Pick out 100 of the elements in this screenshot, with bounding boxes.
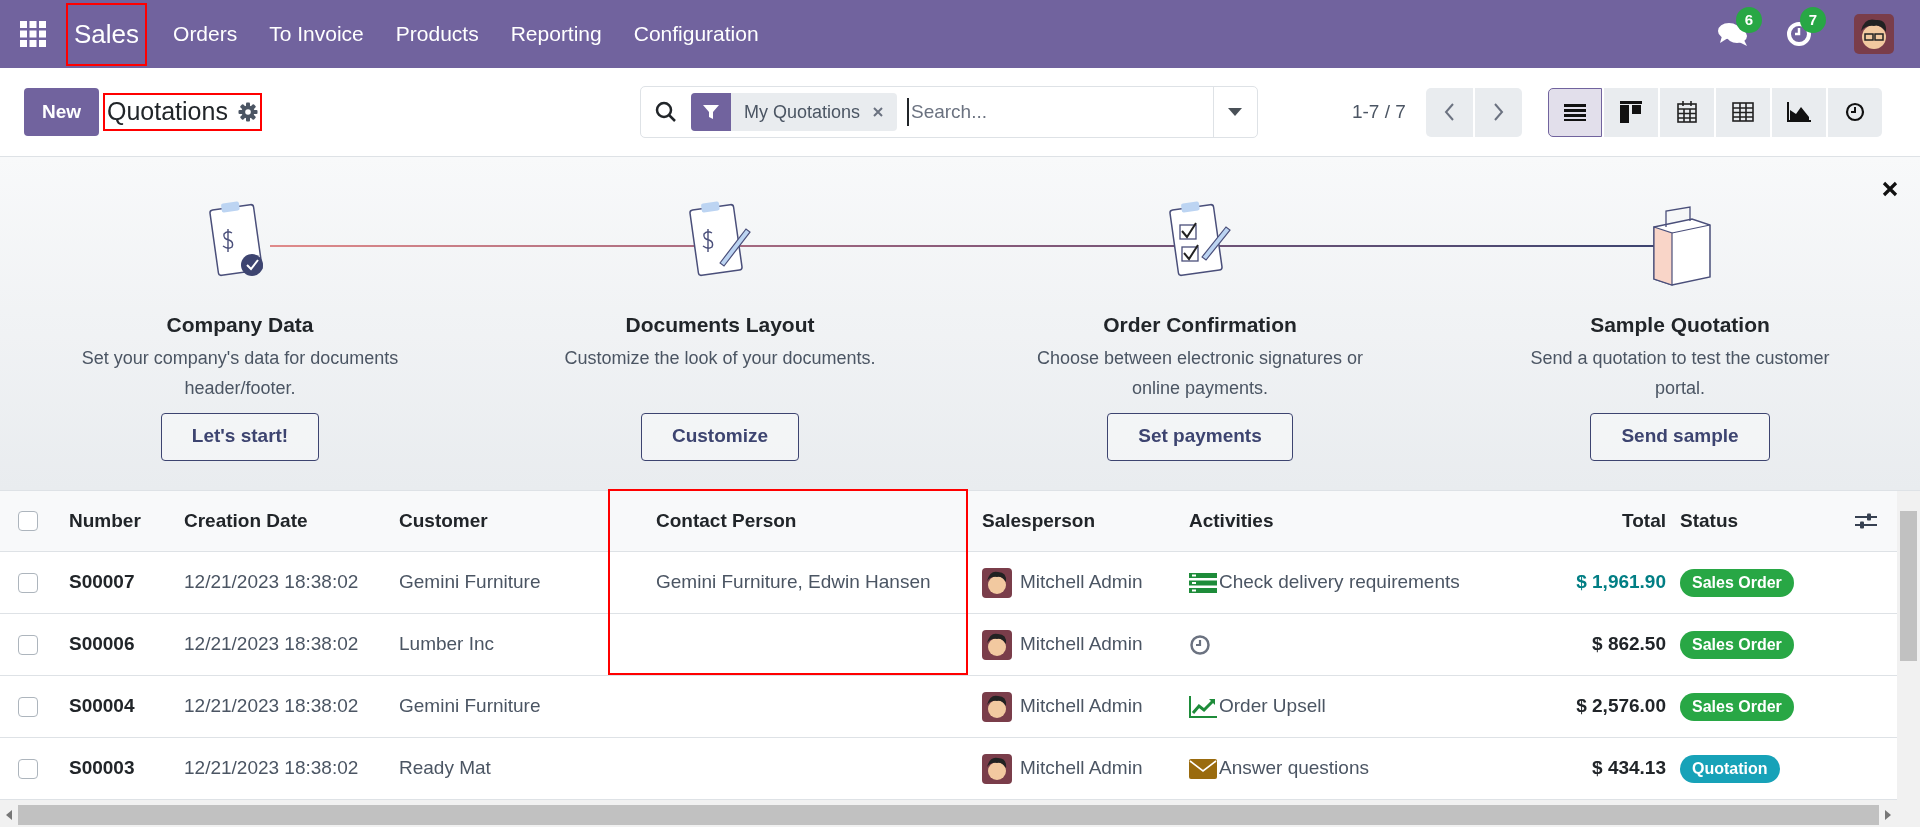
view-switch-button[interactable]	[1715, 87, 1770, 137]
view-switch-button[interactable]	[1547, 87, 1602, 137]
app-name[interactable]: Sales	[66, 2, 148, 66]
step-button[interactable]: Send sample	[1590, 412, 1770, 461]
area-chart-icon	[1786, 102, 1811, 122]
filter-facet[interactable]: My Quotations	[690, 93, 897, 131]
pager-value: 1-7 / 7	[1351, 99, 1406, 124]
message-count-badge: 6	[1736, 7, 1762, 33]
new-button[interactable]: New	[24, 88, 99, 136]
step-title: Order Confirmation	[1103, 312, 1297, 338]
user-avatar	[982, 567, 1012, 598]
salesperson-name: Mitchell Admin	[1020, 570, 1143, 595]
step-title: Documents Layout	[625, 312, 815, 338]
activity-summary[interactable]: Check delivery requirements	[1219, 568, 1460, 597]
column-header[interactable]: Status	[1680, 506, 1739, 536]
list-icon	[1563, 103, 1586, 121]
gear-icon[interactable]	[237, 102, 258, 122]
step-title: Sample Quotation	[1590, 312, 1770, 338]
salesperson-name: Mitchell Admin	[1020, 694, 1143, 719]
horizontal-scrollbar[interactable]	[0, 800, 1897, 827]
user-avatar[interactable]	[1854, 14, 1894, 54]
checkbox[interactable]	[17, 572, 38, 593]
kanban-icon	[1619, 101, 1642, 123]
chevron-right-icon	[1491, 102, 1505, 122]
order-number: S00004	[69, 694, 135, 719]
salesperson-name: Mitchell Admin	[1020, 756, 1143, 781]
step-description: Set your company's data for documents header/footer.	[80, 346, 400, 400]
order-number: S00003	[69, 756, 135, 781]
status-badge: Quotation	[1680, 754, 1780, 783]
sliders-icon[interactable]	[1855, 512, 1877, 530]
activity-summary[interactable]: Answer questions	[1219, 754, 1369, 783]
menu-item[interactable]: Configuration	[617, 2, 775, 66]
creation-date: 12/21/2023 18:38:02	[184, 694, 359, 719]
customer-name: Gemini Furniture	[399, 694, 541, 719]
user-avatar	[982, 691, 1012, 722]
view-switch-button[interactable]	[1659, 87, 1714, 137]
column-header[interactable]: Total	[1622, 506, 1666, 536]
activity-summary[interactable]: Order Upsell	[1219, 692, 1326, 721]
view-switch-button[interactable]	[1603, 87, 1658, 137]
column-header[interactable]: Activities	[1189, 506, 1274, 536]
order-number: S00007	[69, 570, 135, 595]
apps-menu-icon[interactable]	[20, 21, 46, 47]
step-description: Choose between electronic signatures or online payments.	[1035, 346, 1365, 400]
search-icon	[654, 101, 677, 123]
menu-item[interactable]: Orders	[157, 2, 254, 66]
step-button[interactable]: Set payments	[1107, 412, 1293, 461]
status-badge: Sales Order	[1680, 568, 1794, 597]
customer-name: Ready Mat	[399, 756, 491, 781]
menu-item[interactable]: Reporting	[494, 2, 618, 66]
column-header[interactable]: Contact Person	[656, 506, 797, 536]
customer-name: Lumber Inc	[399, 632, 495, 657]
menu-item[interactable]: Products	[379, 2, 495, 66]
creation-date: 12/21/2023 18:38:02	[184, 570, 359, 595]
clock-icon[interactable]	[1189, 633, 1211, 656]
step-button[interactable]: Customize	[640, 412, 800, 461]
column-header[interactable]: Customer	[399, 506, 488, 536]
menu-item[interactable]: To Invoice	[253, 2, 380, 66]
creation-date: 12/21/2023 18:38:02	[184, 632, 359, 657]
trend-chart-icon[interactable]	[1189, 695, 1217, 718]
customer-name: Gemini Furniture	[399, 570, 541, 595]
table-grid-icon	[1731, 102, 1754, 122]
status-badge: Sales Order	[1680, 692, 1794, 721]
view-switch-button[interactable]	[1771, 87, 1826, 137]
salesperson-name: Mitchell Admin	[1020, 632, 1143, 657]
step-button[interactable]: Let's start!	[160, 412, 320, 461]
order-total[interactable]: $ 1,961.90	[1576, 568, 1666, 597]
checkbox[interactable]	[17, 511, 38, 531]
step-title: Company Data	[166, 312, 314, 338]
dropdown-caret-icon[interactable]	[1228, 108, 1243, 116]
page-title: Quotations	[107, 96, 228, 128]
status-badge: Sales Order	[1680, 630, 1794, 659]
chevron-left-icon	[1442, 102, 1456, 122]
view-switch-button[interactable]	[1827, 87, 1882, 137]
creation-date: 12/21/2023 18:38:02	[184, 756, 359, 781]
order-number: S00006	[69, 632, 135, 657]
search-input[interactable]: Search...	[907, 97, 1213, 127]
envelope-icon[interactable]	[1189, 758, 1217, 779]
facet-label: My Quotations	[742, 100, 861, 124]
search-bar[interactable]: My Quotations Search...	[639, 86, 1258, 138]
order-total: $ 2,576.00	[1576, 694, 1666, 719]
order-total: $ 862.50	[1592, 632, 1666, 657]
clock-icon	[1844, 102, 1865, 122]
column-header[interactable]: Number	[69, 506, 141, 536]
checkbox[interactable]	[17, 696, 38, 717]
user-avatar	[982, 629, 1012, 660]
checkbox[interactable]	[17, 634, 38, 655]
checkbox[interactable]	[17, 758, 38, 779]
close-icon[interactable]	[1882, 181, 1898, 197]
user-avatar	[982, 753, 1012, 784]
step-description: Send a quotation to test the customer portal.	[1529, 346, 1831, 400]
contact-person: Gemini Furniture, Edwin Hansen	[656, 570, 931, 595]
column-header[interactable]: Creation Date	[184, 506, 308, 536]
column-header[interactable]: Salesperson	[982, 506, 1095, 536]
list-icon[interactable]	[1189, 572, 1217, 593]
vertical-scrollbar[interactable]	[1897, 491, 1920, 827]
order-total: $ 434.13	[1592, 756, 1666, 781]
calendar-icon	[1676, 101, 1697, 123]
activity-count-badge: 7	[1800, 7, 1826, 33]
step-description: Customize the look of your documents.	[563, 346, 877, 370]
filter-icon	[701, 103, 720, 121]
